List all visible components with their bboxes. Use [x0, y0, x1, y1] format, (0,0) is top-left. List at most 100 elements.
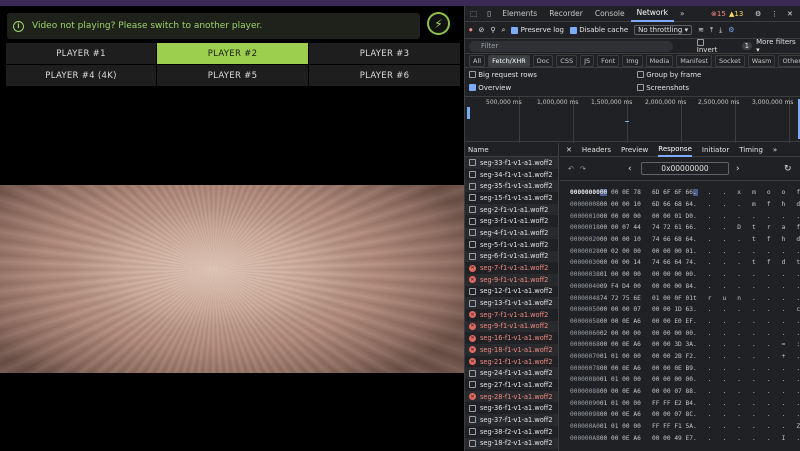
clear-icon[interactable]: ⊘	[479, 26, 485, 34]
type-filter-doc[interactable]: Doc	[532, 54, 554, 67]
wifi-icon[interactable]: ≋	[698, 26, 704, 34]
file-icon	[469, 404, 476, 412]
download-icon[interactable]: ⤓	[719, 26, 722, 35]
menu-icon[interactable]: ⋮	[771, 10, 778, 18]
more-filters-button[interactable]: More filters ▾	[756, 38, 800, 54]
type-filter-socket[interactable]: Socket	[714, 54, 745, 67]
request-row[interactable]: ✕ seg-9-f1-v1-a1.woff2	[465, 273, 558, 286]
hex-addr: 00000038	[570, 271, 600, 279]
group-frame-toggle[interactable]: Group by frame	[637, 71, 701, 79]
request-row[interactable]: seg-37-f1-v1-a1.woff2	[465, 414, 558, 426]
close-detail-icon[interactable]: ✕	[566, 146, 572, 154]
file-icon	[469, 252, 476, 260]
tab-elements[interactable]: Elements	[496, 6, 543, 22]
tab-initiator[interactable]: Initiator	[702, 146, 729, 154]
bolt-button[interactable]: ⚡	[427, 12, 450, 35]
prev-page-icon[interactable]: ‹	[628, 164, 632, 174]
request-row[interactable]: seg-27-f1-v1-a1.woff2	[465, 379, 558, 391]
request-row[interactable]: seg-34-f1-v1-a1.woff2	[465, 169, 558, 181]
record-icon[interactable]: ⏺	[469, 26, 473, 35]
request-row[interactable]: seg-24-f1-v1-a1.woff2	[465, 367, 558, 380]
refresh-icon[interactable]: ↻	[784, 164, 792, 174]
request-row[interactable]: seg-2-f1-v1-a1.woff2	[465, 203, 558, 216]
name-column-header[interactable]: Name	[465, 143, 558, 157]
player-5-button[interactable]: PLAYER #5	[157, 65, 308, 86]
filter-icon[interactable]: ⚲	[490, 26, 495, 34]
request-row[interactable]: seg-36-f1-v1-a1.woff2	[465, 402, 558, 414]
settings-icon[interactable]: ⚙	[755, 10, 761, 18]
preserve-log-toggle[interactable]: Preserve log	[511, 26, 564, 34]
offset-input[interactable]: 0x00000000	[641, 162, 729, 175]
hex-viewer[interactable]: 00000000 00 00 0E 78 6D 6F 6F 66. . . x m…	[560, 181, 800, 444]
inspect-icon[interactable]: ⬚	[465, 6, 482, 22]
hex-bytes: 00 00 0E A6 00 00 3D 3A	[599, 341, 693, 349]
search-icon[interactable]: ⌕	[502, 26, 506, 35]
tab-timing[interactable]: Timing	[739, 146, 763, 154]
more-detail-tabs-icon[interactable]: »	[773, 146, 777, 154]
tab-recorder[interactable]: Recorder	[543, 6, 589, 22]
request-row[interactable]: seg-15-f1-v1-a1.woff2	[465, 192, 558, 204]
type-filter-other[interactable]: Other	[778, 54, 800, 67]
request-row[interactable]: seg-3-f1-v1-a1.woff2	[465, 215, 558, 227]
screenshots-toggle[interactable]: Screenshots	[637, 84, 689, 92]
type-filter-font[interactable]: Font	[597, 54, 620, 67]
redo-icon[interactable]: ↷	[580, 165, 586, 173]
request-row[interactable]: seg-6-f1-v1-a1.woff2	[465, 250, 558, 263]
request-row[interactable]: seg-18-f2-v1-a1.woff2	[465, 437, 558, 450]
request-row[interactable]: seg-5-f1-v1-a1.woff2	[465, 239, 558, 251]
player-1-button[interactable]: PLAYER #1	[6, 43, 156, 64]
overview-toggle[interactable]: Overview	[469, 84, 511, 92]
request-row[interactable]: seg-33-f1-v1-a1.woff2	[465, 157, 558, 169]
filter-input[interactable]: Filter	[469, 40, 673, 52]
network-overview-timeline[interactable]: 500,000 ms 1,000,000 ms 1,500,000 ms 2,0…	[465, 96, 800, 143]
request-row[interactable]: ✕ seg-7-f1-v1-a1.woff2	[465, 262, 558, 274]
request-row[interactable]: ✕ seg-28-f1-v1-a1.woff2	[465, 390, 558, 403]
preserve-log-checkbox[interactable]	[511, 26, 519, 34]
request-name: seg-12-f1-v1-a1.woff2	[480, 287, 553, 296]
disable-cache-checkbox[interactable]	[569, 26, 577, 34]
player-2-button[interactable]: PLAYER #2	[157, 43, 308, 64]
type-filter-manifest[interactable]: Manifest	[676, 54, 712, 67]
video-frame[interactable]	[0, 185, 464, 373]
request-row[interactable]: seg-35-f1-v1-a1.woff2	[465, 180, 558, 193]
type-filter-img[interactable]: Img	[622, 54, 643, 67]
request-row[interactable]: seg-38-f2-v1-a1.woff2	[465, 426, 558, 438]
player-3-button[interactable]: PLAYER #3	[309, 43, 460, 64]
type-filter-media[interactable]: Media	[645, 54, 674, 67]
tab-headers[interactable]: Headers	[582, 146, 611, 154]
request-row[interactable]: ✕ seg-21-f1-v1-a1.woff2	[465, 356, 558, 368]
type-filter-js[interactable]: JS	[580, 54, 595, 67]
big-rows-toggle[interactable]: Big request rows	[469, 71, 537, 79]
request-row[interactable]: ✕ seg-16-f1-v1-a1.woff2	[465, 332, 558, 344]
network-settings-icon[interactable]: ⚙	[728, 26, 734, 34]
type-filter-fetchxhr[interactable]: Fetch/XHR	[488, 54, 530, 67]
request-row[interactable]: ✕ seg-9-f1-v1-a1.woff2	[465, 320, 558, 333]
request-name: seg-9-f1-v1-a1.woff2	[480, 275, 549, 284]
tab-response[interactable]: Response	[658, 143, 692, 157]
disable-cache-toggle[interactable]: Disable cache	[569, 26, 628, 34]
type-filter-css[interactable]: CSS	[556, 54, 578, 67]
player-4-button[interactable]: PLAYER #4 (4K)	[6, 65, 156, 86]
type-filter-all[interactable]: All	[469, 54, 486, 67]
player-6-button[interactable]: PLAYER #6	[309, 65, 460, 86]
request-row[interactable]: seg-4-f1-v1-a1.woff2	[465, 227, 558, 239]
request-row[interactable]: seg-13-f1-v1-a1.woff2	[465, 297, 558, 309]
type-filter-wasm[interactable]: Wasm	[747, 54, 776, 67]
warning-count[interactable]: ▲13	[729, 10, 743, 18]
undo-icon[interactable]: ↶	[568, 165, 574, 173]
request-row[interactable]: ✕ seg-18-f1-v1-a1.woff2	[465, 344, 558, 356]
request-row[interactable]: seg-12-f1-v1-a1.woff2	[465, 286, 558, 298]
tab-console[interactable]: Console	[589, 6, 631, 22]
error-count[interactable]: ⊗15	[711, 10, 726, 18]
request-name: seg-36-f1-v1-a1.woff2	[480, 404, 553, 413]
more-tabs-icon[interactable]: »	[674, 6, 691, 22]
request-row[interactable]: ✕ seg-7-f1-v1-a1.woff2	[465, 309, 558, 321]
tab-network[interactable]: Network	[630, 6, 674, 22]
next-page-icon[interactable]: ›	[736, 164, 740, 174]
upload-icon[interactable]: ⤒	[710, 26, 713, 35]
tab-preview[interactable]: Preview	[621, 146, 648, 154]
device-icon[interactable]: ▯	[482, 6, 496, 22]
invert-toggle[interactable]: Invert	[696, 38, 726, 54]
close-icon[interactable]: ✕	[787, 10, 793, 18]
throttling-select[interactable]: No throttling ▾	[634, 25, 693, 35]
